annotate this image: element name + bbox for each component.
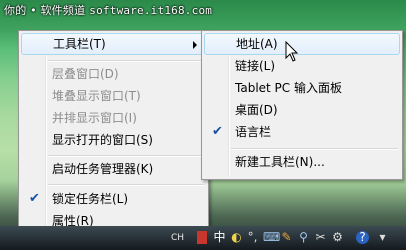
submenu-item-tablet-input-label: Tablet PC 输入面板 [235,81,342,95]
menu-item-side-by-side-label: 并排显示窗口(I) [52,111,137,125]
submenu-item-new-toolbar-label: 新建工具栏(N)... [235,155,325,169]
check-icon: ✔ [29,191,40,206]
taskbar-context-menu: 工具栏(T) 层叠窗口(D) 堆叠显示窗口(T) 并排显示窗口(I) 显示打开的… [18,30,209,234]
moon-icon[interactable]: ◐ [230,231,243,244]
search-icon[interactable]: ⚲ [297,231,310,244]
watermark-site: 你的 • 软件频道 [4,4,86,17]
mouse-cursor-icon [285,41,299,62]
submenu-item-desktop-label: 桌面(D) [235,103,278,117]
submenu-item-links-label: 链接(L) [235,59,276,73]
submenu-item-tablet-input[interactable]: Tablet PC 输入面板 [204,77,400,99]
menu-separator [48,184,204,186]
menu-item-task-manager[interactable]: 启动任务管理器(K) [21,158,206,180]
menu-item-stack[interactable]: 堆叠显示窗口(T) [21,85,206,107]
language-indicator[interactable]: CH [171,233,184,243]
taskbar: CH 中 ◐ °, ⌨ ✎ ⚲ ✂ ⚙ ? ▾ [0,226,406,250]
punctuation-icon[interactable]: °, [246,231,259,244]
menu-options-icon[interactable]: ▾ [376,231,389,244]
submenu-item-language-bar[interactable]: ✔ 语言栏 [204,121,400,143]
watermark: 你的 • 软件频道 software.it168.com [4,2,212,18]
menu-item-task-manager-label: 启动任务管理器(K) [52,162,154,176]
menu-separator [48,155,204,157]
toolbars-submenu: 地址(A) 链接(L) Tablet PC 输入面板 桌面(D) ✔ 语言栏 新… [201,30,403,180]
menu-item-cascade-label: 层叠窗口(D) [52,67,119,81]
submenu-item-desktop[interactable]: 桌面(D) [204,99,400,121]
menu-item-show-windows[interactable]: 显示打开的窗口(S) [21,129,206,151]
input-method-icon[interactable] [197,231,207,244]
menu-item-lock-taskbar[interactable]: ✔ 锁定任务栏(L) [21,188,206,210]
menu-item-stack-label: 堆叠显示窗口(T) [52,89,141,103]
menu-item-toolbars-label: 工具栏(T) [53,37,106,51]
submenu-item-new-toolbar[interactable]: 新建工具栏(N)... [204,151,400,173]
ime-mode-icon[interactable]: 中 [213,231,226,244]
submenu-item-links[interactable]: 链接(L) [204,55,400,77]
keyboard-icon[interactable]: ⌨ [263,231,280,244]
submenu-item-address-label: 地址(A) [236,37,278,51]
palette-icon[interactable]: ✎ [280,231,293,244]
submenu-arrow-icon [193,41,197,49]
submenu-item-language-bar-label: 语言栏 [235,125,272,139]
check-icon: ✔ [212,124,223,139]
menu-item-show-windows-label: 显示打开的窗口(S) [52,133,153,147]
submenu-item-address[interactable]: 地址(A) [204,33,400,55]
menu-separator [231,148,398,150]
settings-icon[interactable]: ⚙ [331,231,344,244]
help-icon[interactable]: ? [356,231,369,244]
menu-item-lock-taskbar-label: 锁定任务栏(L) [52,192,129,206]
tools-icon[interactable]: ✂ [314,231,327,244]
menu-separator [48,60,204,62]
menu-item-cascade[interactable]: 层叠窗口(D) [21,63,206,85]
menu-item-toolbars[interactable]: 工具栏(T) [21,33,206,55]
menu-item-side-by-side[interactable]: 并排显示窗口(I) [21,107,206,129]
watermark-url: software.it168.com [89,4,213,17]
